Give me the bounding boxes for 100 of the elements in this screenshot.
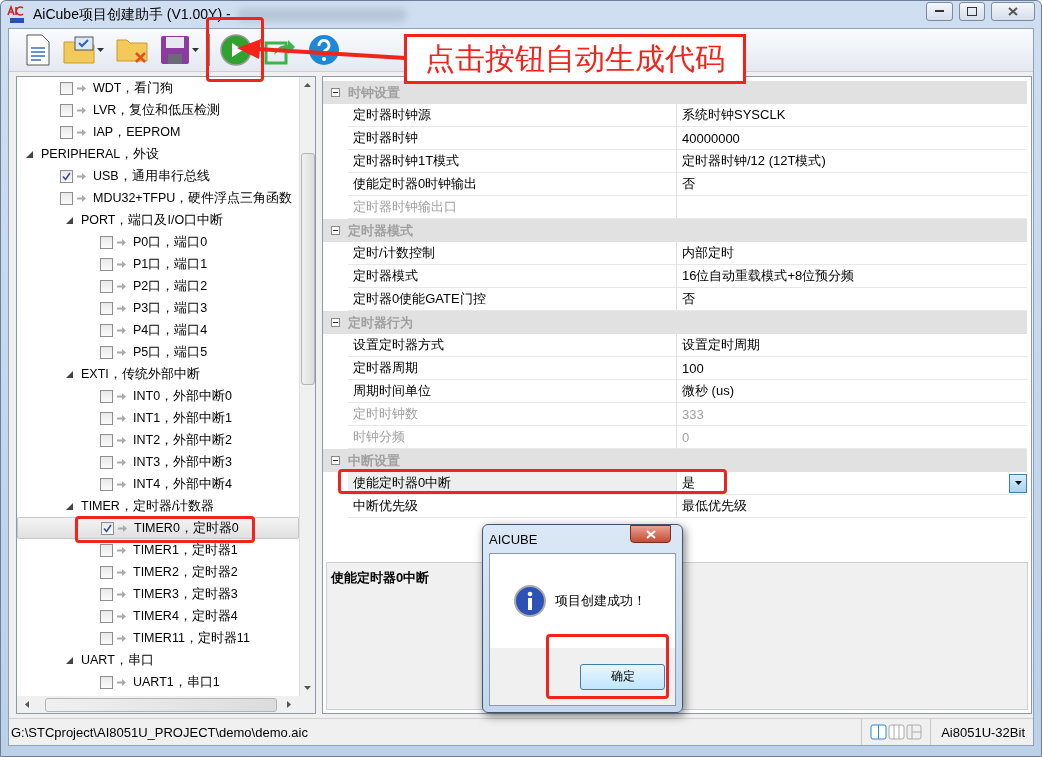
scroll-right-icon[interactable] bbox=[287, 701, 291, 708]
property-value[interactable]: 最低优先级 bbox=[677, 495, 1027, 518]
property-name[interactable]: 中断优先级 bbox=[348, 495, 677, 518]
expand-triangle-icon[interactable] bbox=[66, 502, 73, 510]
tree-item[interactable]: P2口，端口2 bbox=[17, 275, 299, 297]
toolbar-button[interactable] bbox=[23, 31, 53, 69]
dropdown-button[interactable] bbox=[1009, 473, 1027, 493]
collapse-icon[interactable] bbox=[331, 226, 340, 235]
collapse-icon[interactable] bbox=[331, 88, 340, 97]
checkbox[interactable] bbox=[60, 191, 73, 205]
maximize-button[interactable] bbox=[959, 2, 985, 21]
tree-item[interactable]: PORT，端口及I/O口中断 bbox=[17, 209, 299, 231]
tree-item[interactable]: UART，串口 bbox=[17, 649, 299, 671]
tree-item[interactable]: MDU32+TFPU，硬件浮点三角函数 bbox=[17, 187, 299, 209]
property-value[interactable]: 100 bbox=[677, 357, 1027, 380]
tree-item[interactable]: TIMER2，定时器2 bbox=[17, 561, 299, 583]
property-name[interactable]: 设置定时器方式 bbox=[348, 334, 677, 357]
tree-item[interactable]: TIMER0，定时器0 bbox=[17, 517, 299, 539]
property-value[interactable]: 40000000 bbox=[677, 127, 1027, 150]
tree-item[interactable]: IAP，EEPROM bbox=[17, 121, 299, 143]
tree-item[interactable]: INT1，外部中断1 bbox=[17, 407, 299, 429]
tree-item[interactable]: TIMER4，定时器4 bbox=[17, 605, 299, 627]
checkbox[interactable] bbox=[100, 345, 113, 359]
expand-triangle-icon[interactable] bbox=[66, 656, 73, 664]
tree-item[interactable]: TIMER，定时器/计数器 bbox=[17, 495, 299, 517]
tree-item[interactable]: P0口，端口0 bbox=[17, 231, 299, 253]
tree-item[interactable]: P5口，端口5 bbox=[17, 341, 299, 363]
checkbox[interactable] bbox=[100, 301, 113, 315]
tree-item[interactable]: PERIPHERAL，外设 bbox=[17, 143, 299, 165]
tree-item[interactable]: P4口，端口4 bbox=[17, 319, 299, 341]
property-value[interactable]: 是 bbox=[677, 472, 1027, 495]
tree-item[interactable]: LVR，复位和低压检测 bbox=[17, 99, 299, 121]
checkbox[interactable] bbox=[100, 587, 113, 601]
tree-item[interactable]: TIMER3，定时器3 bbox=[17, 583, 299, 605]
expand-triangle-icon[interactable] bbox=[66, 216, 73, 224]
tree-item[interactable]: INT3，外部中断3 bbox=[17, 451, 299, 473]
checkbox[interactable] bbox=[100, 609, 113, 623]
checkbox[interactable] bbox=[60, 103, 73, 117]
property-value[interactable]: 定时器时钟/12 (12T模式) bbox=[677, 150, 1027, 173]
property-name[interactable]: 定时器0使能GATE门控 bbox=[348, 288, 677, 311]
property-name[interactable]: 定时器时钟1T模式 bbox=[348, 150, 677, 173]
property-value[interactable]: 设置定时周期 bbox=[677, 334, 1027, 357]
checkbox[interactable] bbox=[100, 411, 113, 425]
tree-item[interactable]: TIMER1，定时器1 bbox=[17, 539, 299, 561]
tree-item[interactable]: UART1，串口1 bbox=[17, 671, 299, 693]
tree-item[interactable]: EXTI，传统外部中断 bbox=[17, 363, 299, 385]
ok-button[interactable]: 确定 bbox=[580, 663, 665, 690]
scroll-left-icon[interactable] bbox=[25, 701, 29, 708]
checkbox[interactable] bbox=[100, 565, 113, 579]
checkbox[interactable] bbox=[100, 389, 113, 403]
checkbox[interactable] bbox=[100, 631, 113, 645]
tree-item[interactable]: P3口，端口3 bbox=[17, 297, 299, 319]
tree-item[interactable]: WDT，看门狗 bbox=[17, 77, 299, 99]
minimize-button[interactable] bbox=[926, 2, 953, 21]
collapse-icon[interactable] bbox=[331, 456, 340, 465]
property-name[interactable]: 定时器模式 bbox=[348, 265, 677, 288]
property-name[interactable]: 使能定时器0中断 bbox=[348, 472, 677, 495]
checkbox[interactable] bbox=[100, 235, 113, 249]
close-button[interactable] bbox=[991, 2, 1035, 21]
checkbox[interactable] bbox=[100, 543, 113, 557]
property-name[interactable]: 定时器时钟 bbox=[348, 127, 677, 150]
checkbox[interactable] bbox=[100, 455, 113, 469]
scroll-up-icon[interactable] bbox=[304, 83, 311, 87]
arrow-icon bbox=[117, 436, 126, 444]
tree-item[interactable]: USB，通用串行总线 bbox=[17, 165, 299, 187]
property-name[interactable]: 使能定时器0时钟输出 bbox=[348, 173, 677, 196]
caret-icon[interactable] bbox=[192, 48, 199, 52]
scroll-down-icon[interactable] bbox=[304, 686, 311, 690]
property-value[interactable]: 微秒 (us) bbox=[677, 380, 1027, 403]
checkbox[interactable] bbox=[60, 125, 73, 139]
horizontal-scrollbar[interactable] bbox=[17, 696, 315, 713]
collapse-icon[interactable] bbox=[331, 318, 340, 327]
property-name[interactable]: 定时器时钟源 bbox=[348, 104, 677, 127]
checkbox[interactable] bbox=[100, 675, 113, 689]
checkbox[interactable] bbox=[100, 323, 113, 337]
property-value[interactable]: 内部定时 bbox=[677, 242, 1027, 265]
caret-icon[interactable] bbox=[97, 48, 104, 52]
tree-item[interactable]: P1口，端口1 bbox=[17, 253, 299, 275]
tree-item[interactable]: INT2，外部中断2 bbox=[17, 429, 299, 451]
property-value[interactable]: 16位自动重载模式+8位预分频 bbox=[677, 265, 1027, 288]
property-value[interactable]: 系统时钟SYSCLK bbox=[677, 104, 1027, 127]
checkbox[interactable] bbox=[100, 433, 113, 447]
expand-triangle-icon[interactable] bbox=[26, 150, 33, 158]
expand-triangle-icon[interactable] bbox=[66, 370, 73, 378]
checkbox[interactable] bbox=[60, 81, 73, 95]
dialog-close-button[interactable] bbox=[630, 525, 671, 543]
tree-item[interactable]: INT0，外部中断0 bbox=[17, 385, 299, 407]
tree-item[interactable]: INT4，外部中断4 bbox=[17, 473, 299, 495]
tree-item[interactable]: TIMER11，定时器11 bbox=[17, 627, 299, 649]
vertical-scrollbar[interactable] bbox=[299, 77, 315, 696]
checkbox[interactable] bbox=[100, 477, 113, 491]
property-name[interactable]: 周期时间单位 bbox=[348, 380, 677, 403]
layout-icon[interactable] bbox=[870, 724, 923, 740]
checkbox[interactable] bbox=[60, 169, 73, 183]
checkbox[interactable] bbox=[100, 279, 113, 293]
property-name[interactable]: 定时/计数控制 bbox=[348, 242, 677, 265]
property-name[interactable]: 定时器周期 bbox=[348, 357, 677, 380]
property-value[interactable]: 否 bbox=[677, 173, 1027, 196]
checkbox[interactable] bbox=[100, 257, 113, 271]
checkbox[interactable] bbox=[101, 521, 114, 535]
